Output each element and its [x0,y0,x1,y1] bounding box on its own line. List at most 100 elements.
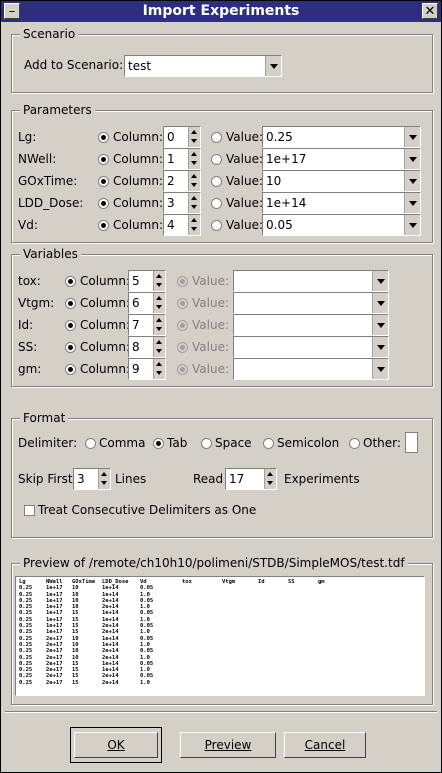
parameter-column-radio[interactable] [98,154,109,165]
parameter-value-radio[interactable] [211,176,222,187]
variable-value-combo[interactable] [233,336,389,358]
chevron-down-icon[interactable] [404,149,420,169]
parameter-value-label[interactable]: Value: [226,148,263,170]
variable-value-radio[interactable] [177,298,188,309]
delimiter-other-radio[interactable] [349,438,360,449]
arrow-down-icon[interactable] [156,371,162,375]
parameter-column-radio[interactable] [98,132,109,143]
parameter-value-radio[interactable] [211,220,222,231]
variable-column-label[interactable]: Column: [80,314,130,336]
variable-value-combo[interactable] [233,292,389,314]
parameter-column-stepper[interactable] [188,127,200,147]
variable-column-radio[interactable] [65,342,76,353]
variable-value-label[interactable]: Value: [192,336,229,358]
arrow-down-icon[interactable] [191,183,197,187]
variable-column-stepper[interactable] [153,271,165,291]
arrow-down-icon[interactable] [191,227,197,231]
parameter-column-spinbox[interactable]: 1 [163,148,201,170]
skip-first-stepper[interactable] [98,469,110,489]
variable-column-stepper[interactable] [153,315,165,335]
arrow-up-icon[interactable] [191,218,197,222]
parameter-column-stepper[interactable] [188,193,200,213]
scenario-combo[interactable]: test [124,55,282,77]
arrow-up-icon[interactable] [101,472,107,476]
other-delimiter-input[interactable] [405,432,418,453]
arrow-up-icon[interactable] [156,318,162,322]
parameter-column-spinbox[interactable]: 3 [163,192,201,214]
treat-consecutive-label[interactable]: Treat Consecutive Delimiters as One [38,499,256,521]
variable-value-label[interactable]: Value: [192,358,229,380]
parameter-value-label[interactable]: Value: [226,214,263,236]
variable-column-stepper[interactable] [153,337,165,357]
arrow-up-icon[interactable] [191,152,197,156]
variable-value-label[interactable]: Value: [192,270,229,292]
variable-value-radio[interactable] [177,320,188,331]
parameter-value-radio[interactable] [211,198,222,209]
parameter-column-radio[interactable] [98,220,109,231]
chevron-down-icon[interactable] [372,293,388,313]
parameter-value-radio[interactable] [211,132,222,143]
arrow-up-icon[interactable] [267,472,273,476]
arrow-up-icon[interactable] [191,130,197,134]
variable-column-spinbox[interactable]: 7 [128,314,166,336]
variable-column-radio[interactable] [65,364,76,375]
arrow-down-icon[interactable] [191,205,197,209]
variable-column-label[interactable]: Column: [80,336,130,358]
arrow-down-icon[interactable] [191,161,197,165]
variable-value-radio[interactable] [177,342,188,353]
title-bar[interactable]: – Import Experiments ✕ [1,1,441,22]
chevron-down-icon[interactable] [372,337,388,357]
delimiter-semicolon-radio[interactable] [263,438,274,449]
cancel-button[interactable]: Cancel [284,732,366,758]
arrow-up-icon[interactable] [156,362,162,366]
chevron-down-icon[interactable] [404,171,420,191]
parameter-value-combo[interactable]: 1e+17 [262,148,421,170]
delimiter-tab-radio[interactable] [153,438,164,449]
parameter-column-label[interactable]: Column: [113,148,163,170]
variable-value-combo[interactable] [233,358,389,380]
arrow-up-icon[interactable] [156,274,162,278]
parameter-column-stepper[interactable] [188,149,200,169]
close-icon[interactable]: ✕ [422,3,438,19]
chevron-down-icon[interactable] [372,315,388,335]
variable-column-spinbox[interactable]: 9 [128,358,166,380]
parameter-column-label[interactable]: Column: [113,170,163,192]
variable-value-combo[interactable] [233,314,389,336]
variable-column-label[interactable]: Column: [80,270,130,292]
parameter-column-label[interactable]: Column: [113,126,163,148]
parameter-column-radio[interactable] [98,198,109,209]
parameter-value-combo[interactable]: 1e+14 [262,192,421,214]
delimiter-semicolon-label[interactable]: Semicolon [277,432,339,454]
arrow-up-icon[interactable] [156,296,162,300]
chevron-down-icon[interactable] [404,127,420,147]
variable-value-radio[interactable] [177,276,188,287]
parameter-column-spinbox[interactable]: 0 [163,126,201,148]
delimiter-space-label[interactable]: Space [215,432,252,454]
parameter-value-combo[interactable]: 0.25 [262,126,421,148]
arrow-up-icon[interactable] [191,196,197,200]
arrow-down-icon[interactable] [156,349,162,353]
parameter-value-radio[interactable] [211,154,222,165]
variable-column-label[interactable]: Column: [80,292,130,314]
chevron-down-icon[interactable] [372,271,388,291]
variable-column-stepper[interactable] [153,293,165,313]
variable-column-spinbox[interactable]: 5 [128,270,166,292]
ok-button[interactable]: OK [74,732,158,758]
skip-first-spinbox[interactable]: 3 [73,468,111,490]
arrow-down-icon[interactable] [156,327,162,331]
parameter-column-label[interactable]: Column: [113,214,163,236]
arrow-up-icon[interactable] [191,174,197,178]
preview-button[interactable]: Preview [180,732,276,758]
treat-consecutive-checkbox[interactable] [24,505,35,516]
variable-value-label[interactable]: Value: [192,314,229,336]
chevron-down-icon[interactable] [265,56,281,76]
variable-column-radio[interactable] [65,276,76,287]
variable-column-radio[interactable] [65,320,76,331]
variable-value-combo[interactable] [233,270,389,292]
chevron-down-icon[interactable] [372,359,388,379]
parameter-column-spinbox[interactable]: 4 [163,214,201,236]
arrow-down-icon[interactable] [267,481,273,485]
variable-value-radio[interactable] [177,364,188,375]
variable-column-label[interactable]: Column: [80,358,130,380]
delimiter-comma-radio[interactable] [85,438,96,449]
